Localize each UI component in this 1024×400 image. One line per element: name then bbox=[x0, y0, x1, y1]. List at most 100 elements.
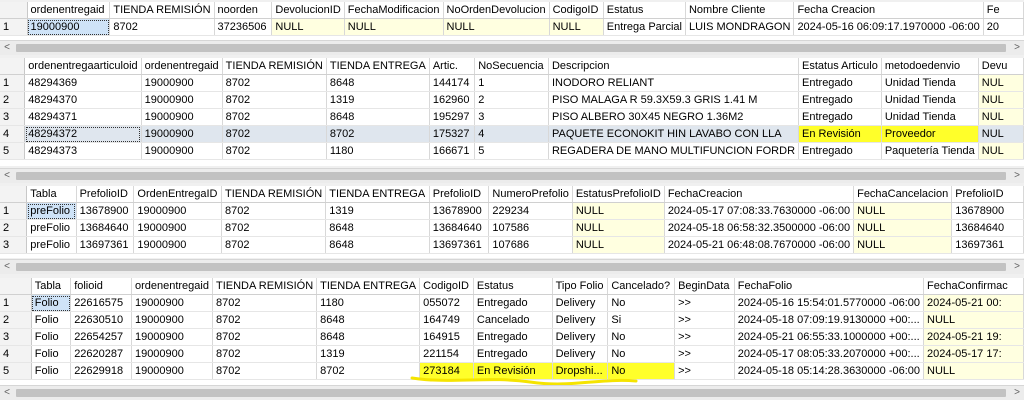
table-cell[interactable]: 195297 bbox=[429, 108, 476, 126]
table-cell[interactable]: 48294371 bbox=[24, 108, 142, 126]
table-cell[interactable]: Entregado bbox=[473, 294, 553, 312]
row-header-corner[interactable] bbox=[0, 278, 32, 295]
scrollbar-thumb[interactable] bbox=[16, 263, 1006, 271]
table-cell[interactable]: Entregado bbox=[798, 91, 882, 109]
table-cell[interactable]: 8702 bbox=[212, 362, 318, 380]
table-cell[interactable]: 2024-05-21 06:55:33.1000000 +00:... bbox=[734, 328, 925, 346]
table-cell[interactable]: PAQUETE ECONOKIT HIN LAVABO CON LLA bbox=[548, 125, 800, 143]
table-cell[interactable]: 2024-05-18 05:14:28.3630000 -06:00 bbox=[734, 362, 925, 380]
column-header[interactable]: Fecha Creacion bbox=[793, 2, 984, 19]
table-cell[interactable]: 8648 bbox=[325, 236, 430, 254]
row-number[interactable]: 5 bbox=[0, 142, 26, 160]
scroll-right-icon[interactable]: > bbox=[1010, 260, 1024, 274]
horizontal-scrollbar[interactable]: < > bbox=[0, 168, 1024, 183]
column-header[interactable]: Nombre Cliente bbox=[685, 2, 795, 19]
table-cell[interactable]: 19000900 bbox=[141, 142, 223, 160]
row-number[interactable]: 1 bbox=[0, 294, 32, 312]
table-cell[interactable]: Folio bbox=[31, 311, 72, 329]
table-cell[interactable]: 1319 bbox=[316, 345, 421, 363]
table-cell[interactable]: 164749 bbox=[419, 311, 474, 329]
table-cell[interactable]: 13678900 bbox=[429, 202, 490, 220]
column-header[interactable]: TIENDA ENTREGA bbox=[326, 58, 430, 75]
horizontal-scrollbar[interactable]: < > bbox=[0, 385, 1024, 400]
row-header-corner[interactable] bbox=[0, 2, 28, 19]
column-header[interactable]: noorden bbox=[214, 2, 273, 19]
table-cell[interactable]: 1 bbox=[474, 74, 549, 92]
table-cell[interactable]: 13684640 bbox=[951, 219, 1024, 237]
table-cell[interactable]: 107686 bbox=[488, 236, 573, 254]
table-cell[interactable]: 8702 bbox=[109, 18, 215, 36]
column-header[interactable]: NumeroPrefolio bbox=[488, 186, 573, 203]
row-number[interactable]: 2 bbox=[0, 311, 32, 329]
table-cell[interactable]: 175327 bbox=[429, 125, 476, 143]
table-row[interactable]: 5 48294373 19000900 8702 1180 166671 5 R… bbox=[0, 142, 1024, 160]
table-cell[interactable]: 8702 bbox=[221, 236, 327, 254]
column-header[interactable]: folioid bbox=[70, 278, 132, 295]
column-header[interactable]: Tipo Folio bbox=[552, 278, 609, 295]
table-cell[interactable]: No bbox=[607, 294, 676, 312]
expand-link[interactable]: >> bbox=[674, 328, 735, 346]
row-number[interactable]: 3 bbox=[0, 328, 32, 346]
table-cell[interactable]: 2024-05-18 07:09:19.9130000 +00:... bbox=[734, 311, 925, 329]
row-number[interactable]: 1 bbox=[0, 18, 28, 36]
table-cell[interactable]: Folio bbox=[31, 328, 72, 346]
column-header[interactable]: FechaCancelacion bbox=[853, 186, 953, 203]
scroll-right-icon[interactable]: > bbox=[1010, 41, 1024, 55]
column-header[interactable]: Estatus bbox=[603, 2, 686, 19]
expand-link[interactable]: >> bbox=[674, 345, 735, 363]
table-cell[interactable]: PISO MALAGA R 59.3X59.3 GRIS 1.41 M bbox=[548, 91, 800, 109]
table-cell[interactable]: 8702 bbox=[212, 345, 318, 363]
table-cell[interactable]: Delivery bbox=[552, 294, 609, 312]
table-cell[interactable]: Unidad Tienda bbox=[881, 74, 979, 92]
column-header[interactable]: TIENDA ENTREGA bbox=[325, 186, 430, 203]
table-cell[interactable]: 2024-05-17 08:05:33.2070000 +00:... bbox=[734, 345, 925, 363]
table-cell[interactable]: 8702 bbox=[222, 142, 327, 160]
table-cell[interactable]: Paquetería Tienda bbox=[881, 142, 979, 160]
table-cell[interactable]: No bbox=[607, 345, 676, 363]
column-header[interactable]: DevolucionID bbox=[271, 2, 345, 19]
column-header[interactable]: BeginData bbox=[674, 278, 735, 295]
column-header[interactable]: ordenentregaid bbox=[27, 2, 111, 19]
table-cell[interactable]: 13678900 bbox=[951, 202, 1024, 220]
row-number[interactable]: 5 bbox=[0, 362, 32, 380]
table-cell[interactable]: 221154 bbox=[419, 345, 474, 363]
table-cell[interactable]: 2024-05-18 06:58:32.3500000 -06:00 bbox=[664, 219, 855, 237]
scroll-left-icon[interactable]: < bbox=[0, 260, 14, 274]
table-cell[interactable]: NULL bbox=[572, 219, 665, 237]
table-row[interactable]: 3 Folio 22654257 19000900 8702 8648 1649… bbox=[0, 328, 1024, 346]
table-cell[interactable]: NUL bbox=[978, 91, 1024, 109]
table-cell[interactable]: 3 bbox=[474, 108, 549, 126]
table-cell[interactable]: 8648 bbox=[316, 311, 421, 329]
table-cell[interactable]: NULL bbox=[923, 362, 1024, 380]
table-cell[interactable]: 2024-05-21 19: bbox=[923, 328, 1024, 346]
table-cell[interactable]: NULL bbox=[271, 18, 345, 36]
table-cell[interactable]: 107586 bbox=[488, 219, 573, 237]
table-cell[interactable]: Unidad Tienda bbox=[881, 91, 979, 109]
table-cell[interactable]: 5 bbox=[474, 142, 549, 160]
column-header[interactable]: OrdenEntregaID bbox=[133, 186, 223, 203]
table-cell[interactable]: 2024-05-16 15:54:01.5770000 -06:00 bbox=[734, 294, 925, 312]
column-header[interactable]: Devu bbox=[978, 58, 1024, 75]
column-header[interactable]: metodoedenvio bbox=[881, 58, 979, 75]
table-cell[interactable]: Unidad Tienda bbox=[881, 108, 979, 126]
column-header[interactable]: Artic. bbox=[429, 58, 476, 75]
table-cell[interactable]: 2 bbox=[474, 91, 549, 109]
column-header[interactable]: EstatusPrefolioID bbox=[572, 186, 665, 203]
table-cell[interactable]: REGADERA DE MANO MULTIFUNCION FORDR bbox=[548, 142, 800, 160]
row-number[interactable]: 3 bbox=[0, 108, 26, 126]
table-cell[interactable]: 8702 bbox=[212, 311, 318, 329]
column-header[interactable]: TIENDA REMISIÓN bbox=[212, 278, 318, 295]
table-cell[interactable]: 8702 bbox=[222, 125, 327, 143]
table-cell[interactable]: NUL bbox=[978, 142, 1024, 160]
table-cell[interactable]: 19000900 bbox=[131, 362, 213, 380]
scroll-right-icon[interactable]: > bbox=[1010, 386, 1024, 400]
table-cell[interactable]: Delivery bbox=[552, 345, 609, 363]
table-cell[interactable]: 19000900 bbox=[27, 18, 111, 36]
scroll-left-icon[interactable]: < bbox=[0, 41, 14, 55]
table-cell[interactable]: 13697361 bbox=[76, 236, 135, 254]
table-cell[interactable]: Folio bbox=[31, 345, 72, 363]
table-cell[interactable]: 19000900 bbox=[141, 125, 223, 143]
scroll-left-icon[interactable]: < bbox=[0, 386, 14, 400]
row-number[interactable]: 3 bbox=[0, 236, 28, 254]
table-cell[interactable]: 1180 bbox=[326, 142, 430, 160]
